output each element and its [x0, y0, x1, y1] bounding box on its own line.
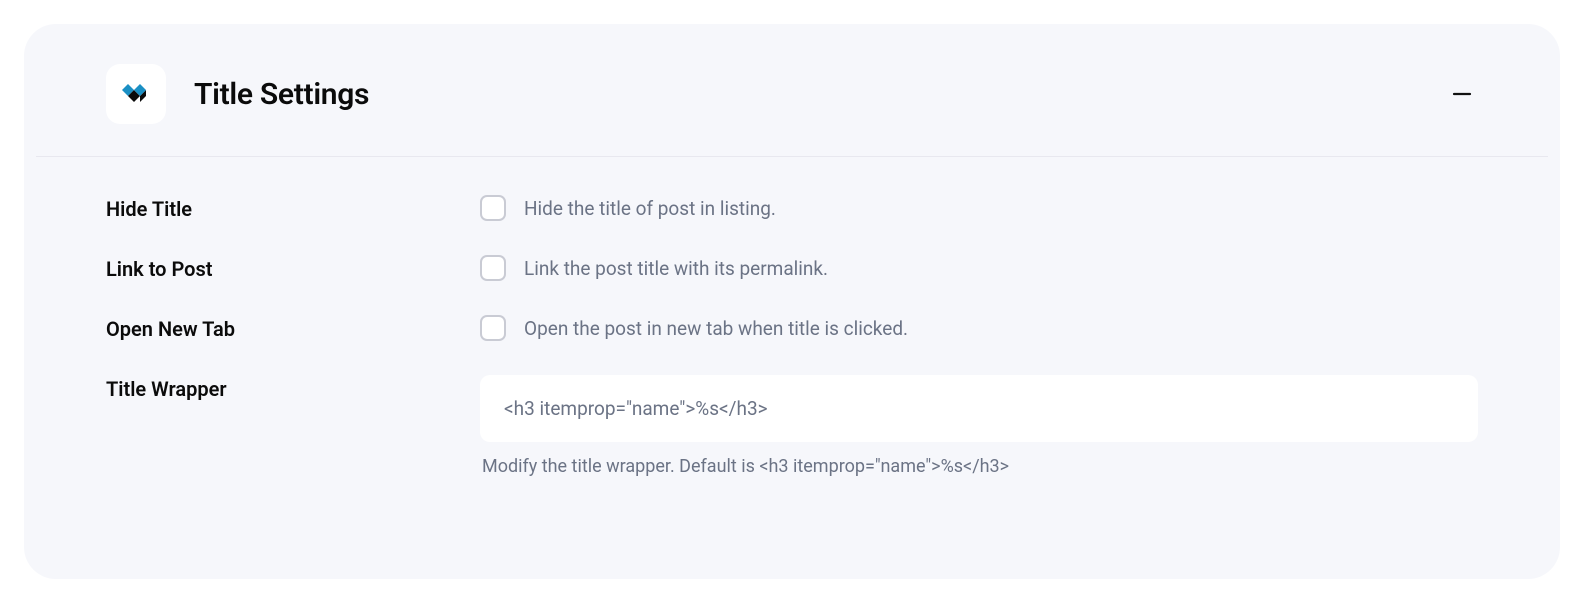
panel-header-left: Title Settings: [106, 64, 369, 124]
helper-title-wrapper: Modify the title wrapper. Default is <h3…: [480, 456, 1478, 477]
input-title-wrapper[interactable]: [480, 375, 1478, 442]
panel-header: Title Settings: [36, 24, 1548, 157]
title-settings-panel: Title Settings Hide Title Hide the title…: [24, 24, 1560, 579]
panel-title: Title Settings: [194, 77, 369, 112]
desc-hide-title: Hide the title of post in listing.: [524, 197, 776, 220]
label-open-new-tab: Open New Tab: [106, 315, 480, 341]
collapse-button[interactable]: [1446, 78, 1478, 110]
panel-logo-icon: [106, 64, 166, 124]
label-hide-title: Hide Title: [106, 195, 480, 221]
label-link-to-post: Link to Post: [106, 255, 480, 281]
row-title-wrapper: Title Wrapper Modify the title wrapper. …: [106, 375, 1478, 477]
control-title-wrapper: Modify the title wrapper. Default is <h3…: [480, 375, 1478, 477]
checkbox-link-to-post[interactable]: [480, 255, 506, 281]
row-open-new-tab: Open New Tab Open the post in new tab wh…: [106, 315, 1478, 341]
control-hide-title: Hide the title of post in listing.: [480, 195, 1478, 221]
logo-icon: [119, 77, 153, 111]
row-hide-title: Hide Title Hide the title of post in lis…: [106, 195, 1478, 221]
minus-icon: [1452, 84, 1472, 104]
control-link-to-post: Link the post title with its permalink.: [480, 255, 1478, 281]
label-title-wrapper: Title Wrapper: [106, 375, 480, 401]
checkbox-open-new-tab[interactable]: [480, 315, 506, 341]
desc-link-to-post: Link the post title with its permalink.: [524, 257, 828, 280]
panel-body: Hide Title Hide the title of post in lis…: [24, 157, 1560, 517]
checkbox-hide-title[interactable]: [480, 195, 506, 221]
desc-open-new-tab: Open the post in new tab when title is c…: [524, 317, 908, 340]
control-open-new-tab: Open the post in new tab when title is c…: [480, 315, 1478, 341]
row-link-to-post: Link to Post Link the post title with it…: [106, 255, 1478, 281]
